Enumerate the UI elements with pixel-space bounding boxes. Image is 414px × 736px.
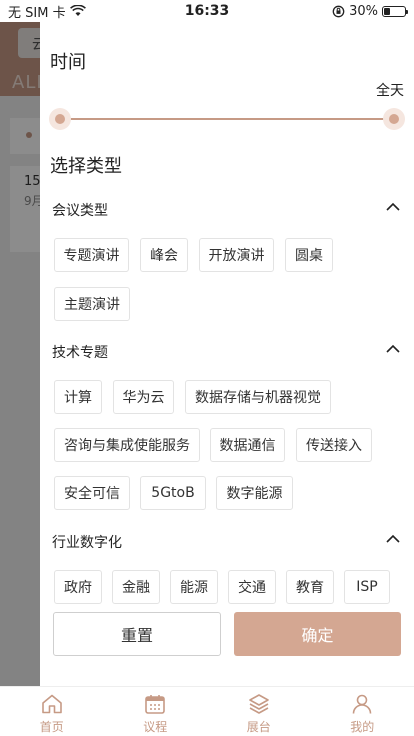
chip-huawei-cloud[interactable]: 华为云: [113, 380, 174, 414]
battery-icon: [382, 5, 408, 17]
wifi-icon: [69, 5, 86, 16]
chip-government[interactable]: 政府: [54, 570, 102, 604]
tab-label: 展台: [246, 720, 271, 734]
chip-main-keynote[interactable]: 主题演讲: [54, 287, 130, 321]
tab-label: 我的: [350, 720, 375, 734]
layers-icon: [248, 694, 269, 714]
chip-transport[interactable]: 交通: [228, 570, 276, 604]
time-slider-track[interactable]: [60, 118, 394, 120]
status-right: 30%: [332, 3, 408, 19]
time-slider-start-handle[interactable]: [49, 108, 71, 130]
orientation-lock-icon: [332, 5, 345, 17]
chip-roundtable[interactable]: 圆桌: [285, 238, 333, 272]
chip-digital-energy[interactable]: 数字能源: [216, 476, 293, 510]
status-left: 无 SIM 卡: [8, 2, 86, 21]
group-title: 会议类型: [52, 203, 108, 219]
tab-label: 议程: [143, 720, 168, 734]
chip-data-comm[interactable]: 数据通信: [210, 428, 285, 462]
reset-button[interactable]: 重置: [53, 612, 221, 656]
group-header-tech-topic[interactable]: 技术专题: [40, 336, 414, 366]
chip-storage-vision[interactable]: 数据存储与机器视觉: [185, 380, 331, 414]
tab-label: 首页: [39, 720, 64, 734]
status-time: 16:33: [184, 3, 230, 19]
chevron-up-icon[interactable]: [384, 530, 402, 548]
group-header-meeting-type[interactable]: 会议类型: [40, 194, 414, 224]
chip-isp[interactable]: ISP: [344, 570, 390, 604]
chip-transport-access[interactable]: 传送接入: [296, 428, 372, 462]
chip-energy[interactable]: 能源: [170, 570, 218, 604]
home-icon: [41, 694, 62, 714]
chip-consulting[interactable]: 咨询与集成使能服务: [54, 428, 200, 462]
time-section-title: 时间: [50, 52, 86, 73]
tab-agenda[interactable]: 议程: [104, 687, 208, 736]
chip-compute[interactable]: 计算: [54, 380, 102, 414]
filter-drawer: 时间 全天 选择类型 会议类型 专题演讲 峰会 开放演讲 圆桌 主题演讲 技术专…: [40, 22, 414, 686]
status-bar: 无 SIM 卡 16:33 30%: [0, 0, 414, 22]
type-section-title: 选择类型: [50, 156, 122, 177]
group-header-industry[interactable]: 行业数字化: [40, 526, 414, 556]
chevron-up-icon[interactable]: [384, 198, 402, 216]
tab-home[interactable]: 首页: [0, 687, 104, 736]
chip-5gtob[interactable]: 5GtoB: [140, 476, 206, 510]
tab-mine[interactable]: 我的: [311, 687, 414, 736]
time-range-value: 全天: [376, 83, 404, 99]
group-title: 行业数字化: [52, 535, 122, 551]
chip-summit[interactable]: 峰会: [140, 238, 188, 272]
chevron-up-icon[interactable]: [384, 340, 402, 358]
time-slider-end-handle[interactable]: [383, 108, 405, 130]
confirm-button[interactable]: 确定: [234, 612, 401, 656]
chip-finance[interactable]: 金融: [112, 570, 160, 604]
carrier-label: 无 SIM 卡: [8, 5, 66, 21]
calendar-icon: [145, 695, 166, 714]
chip-open-talk[interactable]: 开放演讲: [199, 238, 274, 272]
tab-bar: 首页 议程 展台 我的: [0, 686, 414, 736]
user-icon: [352, 694, 372, 714]
chip-security[interactable]: 安全可信: [54, 476, 130, 510]
battery-percent: 30%: [349, 3, 378, 19]
chip-keynote-topic[interactable]: 专题演讲: [54, 238, 129, 272]
group-title: 技术专题: [52, 345, 108, 361]
tab-booth[interactable]: 展台: [207, 687, 311, 736]
chip-education[interactable]: 教育: [286, 570, 334, 604]
